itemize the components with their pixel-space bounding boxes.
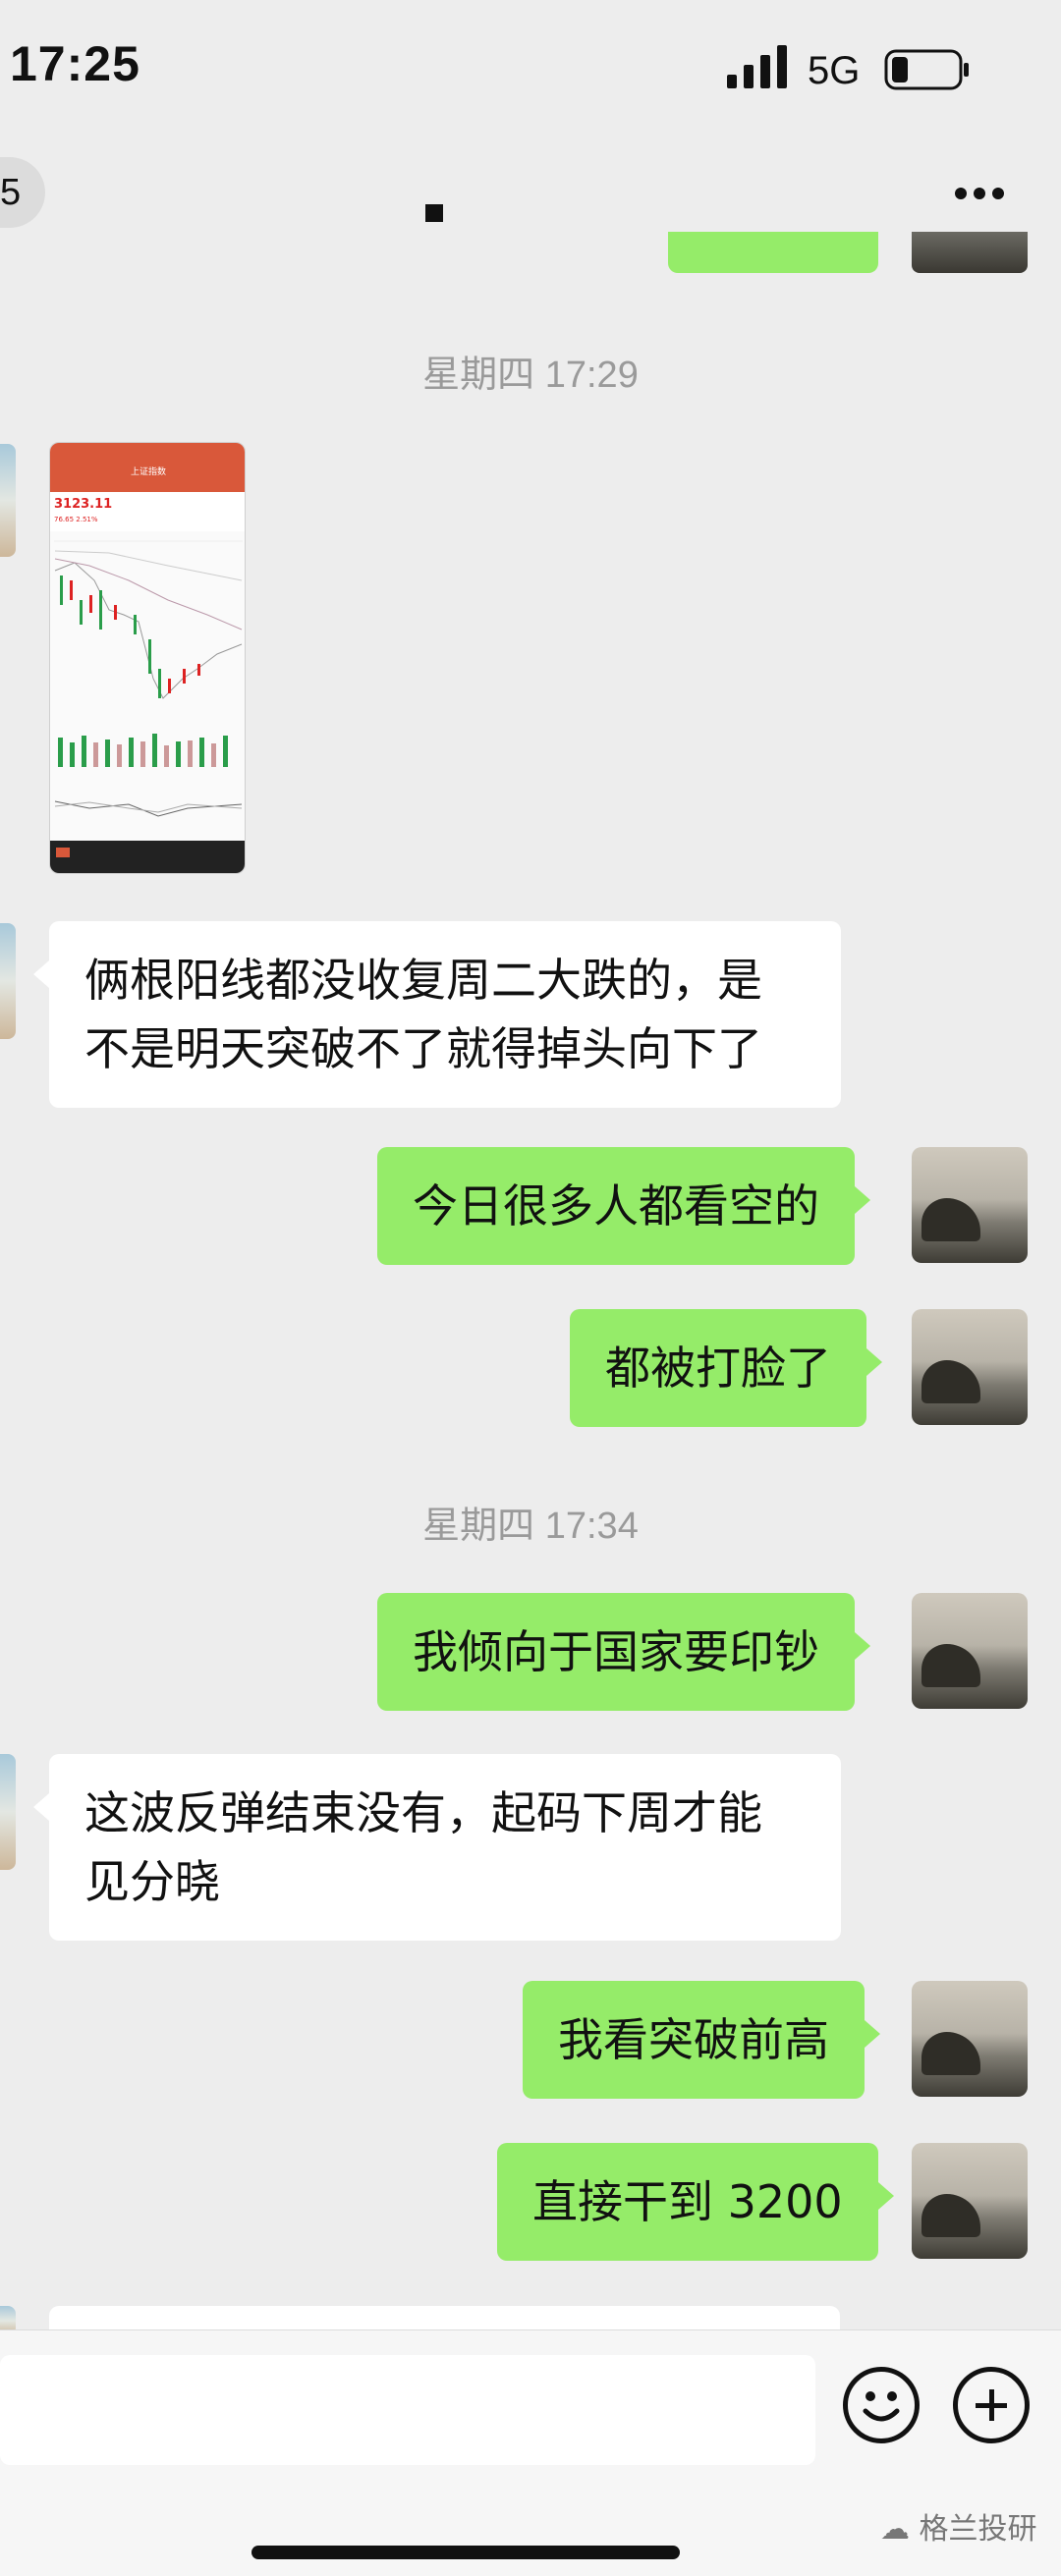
my-avatar[interactable] [912,2143,1028,2259]
message-bubble-incoming[interactable]: 俩根阳线都没收复周二大跌的，是不是明天突破不了就得掉头向下了 [33,921,841,1108]
nav-bar [0,118,1061,255]
my-avatar[interactable] [912,1593,1028,1709]
message-bubble-outgoing[interactable]: 我看突破前高 [523,1981,880,2099]
status-time: 17:25 [10,36,140,91]
home-indicator[interactable] [251,2546,680,2559]
message-input[interactable] [0,2355,815,2465]
chart-index-name: 上证指数 [131,466,166,477]
message-bubble-outgoing[interactable]: 直接干到 3200 [497,2143,894,2261]
contact-avatar[interactable] [0,923,16,1039]
message-bubble-outgoing[interactable]: 今日很多人都看空的 [377,1147,870,1265]
emoji-icon [863,2391,900,2422]
watermark: ☁ 格兰投研 [880,2504,1037,2548]
network-type: 5G [808,49,861,92]
message-bubble-outgoing[interactable]: 我倾向于国家要印钞 [377,1593,870,1711]
image-message[interactable]: 上证指数 3123.11 76.65 2.51% [49,442,246,874]
previous-message-bubble[interactable] [668,232,878,273]
my-avatar[interactable] [912,232,1028,273]
chart-price: 3123.11 [54,497,112,512]
chat-title-indicator [425,204,443,222]
message-bubble-incoming[interactable]: 这波反弹结束没有，起码下周才能见分晓 [33,1754,841,1941]
message-bubble-outgoing[interactable]: 都被打脸了 [570,1309,882,1427]
my-avatar[interactable] [912,1981,1028,2097]
emoji-button[interactable] [843,2367,920,2443]
time-divider: 星期四 17:29 [422,355,639,396]
battery-icon [884,49,969,90]
wechat-icon: ☁ [880,2512,910,2547]
time-divider: 星期四 17:34 [422,1506,639,1547]
contact-avatar[interactable] [0,1754,16,1870]
chart-change: 76.65 2.51% [54,516,98,523]
watermark-text: 格兰投研 [919,2512,1037,2547]
plus-icon[interactable] [953,2367,1030,2443]
my-avatar[interactable] [912,1147,1028,1263]
unread-count[interactable]: 5 [0,172,21,214]
signal-icon [727,45,787,88]
my-avatar[interactable] [912,1309,1028,1425]
contact-avatar[interactable] [0,444,16,557]
more-icon[interactable] [955,185,1014,200]
stock-chart-thumbnail: 上证指数 3123.11 76.65 2.51% [50,443,245,873]
